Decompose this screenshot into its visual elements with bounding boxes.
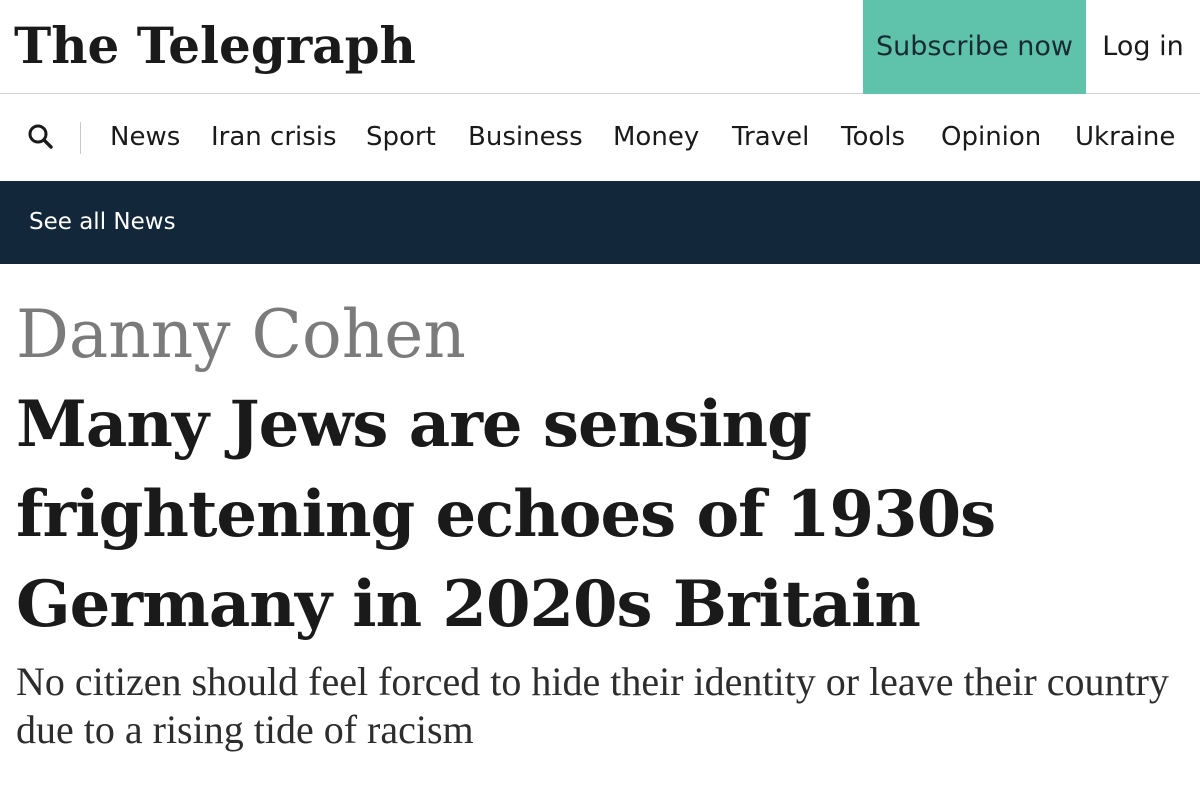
see-all-news-link[interactable]: See all News	[29, 181, 176, 264]
headline: Many Jews are sensing frightening echoes…	[16, 387, 996, 642]
nav-item-iran-crisis[interactable]: Iran crisis	[211, 94, 337, 181]
site-header: The Telegraph Subscribe now Log in	[0, 0, 1200, 94]
login-button[interactable]: Log in	[1086, 0, 1200, 94]
nav-divider	[80, 122, 81, 154]
main-nav: News Iran crisis Sport Business Money Tr…	[0, 94, 1200, 181]
nav-item-tools[interactable]: Tools	[841, 94, 905, 181]
section-subnav: See all News	[0, 181, 1200, 264]
standfirst: No citizen should feel forced to hide th…	[16, 659, 1169, 752]
subscribe-button[interactable]: Subscribe now	[863, 0, 1086, 94]
nav-item-ukraine[interactable]: Ukraine	[1075, 94, 1175, 181]
nav-item-news[interactable]: News	[110, 94, 180, 181]
author-name[interactable]: Danny Cohen	[16, 290, 1186, 380]
search-icon[interactable]	[26, 122, 56, 152]
nav-item-opinion[interactable]: Opinion	[941, 94, 1041, 181]
article-header: Danny Cohen Many Jews are sensing fright…	[16, 290, 1186, 754]
site-logo[interactable]: The Telegraph	[14, 6, 416, 86]
nav-item-business[interactable]: Business	[468, 94, 583, 181]
nav-item-sport[interactable]: Sport	[366, 94, 436, 181]
nav-item-money[interactable]: Money	[613, 94, 699, 181]
nav-item-travel[interactable]: Travel	[732, 94, 809, 181]
